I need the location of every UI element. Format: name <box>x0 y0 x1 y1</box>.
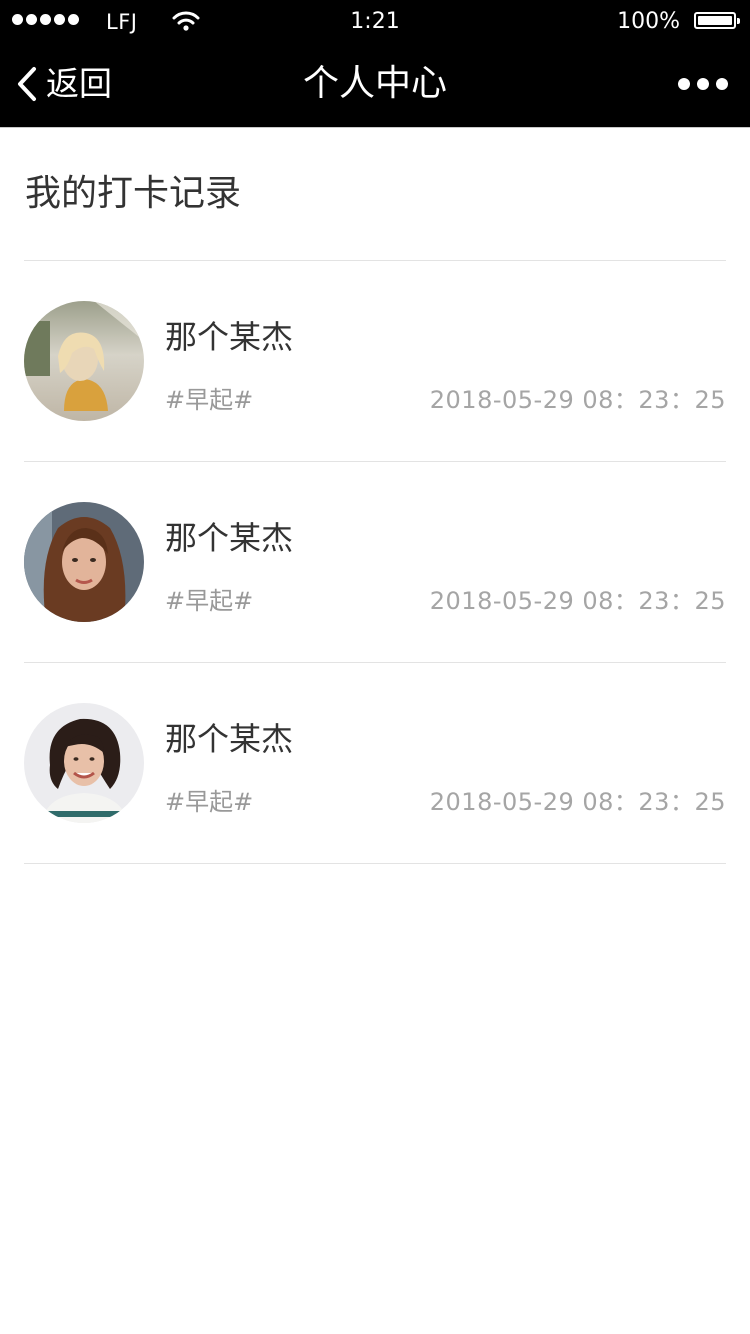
more-options-button[interactable] <box>678 70 728 98</box>
status-bar: LFJ 1:21 100% <box>0 0 750 40</box>
back-label: 返回 <box>46 64 112 103</box>
record-user-name: 那个某杰 <box>165 720 294 758</box>
avatar[interactable] <box>24 703 144 823</box>
navigation-bar: 返回 个人中心 <box>0 40 750 128</box>
record-tag[interactable]: #早起# <box>165 586 253 616</box>
record-tag[interactable]: #早起# <box>165 385 253 415</box>
page-title: 个人中心 <box>302 63 447 104</box>
back-button[interactable]: 返回 <box>16 60 112 108</box>
record-tag[interactable]: #早起# <box>165 787 253 817</box>
avatar[interactable] <box>24 502 144 622</box>
record-timestamp: 2018-05-29 08：23：25 <box>429 788 726 816</box>
checkin-record[interactable]: 那个某杰 #早起# 2018-05-29 08：23：25 <box>24 462 726 662</box>
avatar[interactable] <box>24 301 144 421</box>
more-dots-icon <box>678 78 690 90</box>
record-user-name: 那个某杰 <box>165 519 294 557</box>
record-user-name: 那个某杰 <box>165 318 294 356</box>
section-title: 我的打卡记录 <box>25 173 242 214</box>
checkin-record[interactable]: 那个某杰 #早起# 2018-05-29 08：23：25 <box>24 663 726 863</box>
record-timestamp: 2018-05-29 08：23：25 <box>429 587 726 615</box>
divider <box>24 863 726 864</box>
chevron-left-icon <box>18 67 36 101</box>
battery-percentage: 100% <box>617 9 680 34</box>
battery-icon <box>694 12 740 29</box>
record-timestamp: 2018-05-29 08：23：25 <box>429 386 726 414</box>
checkin-record[interactable]: 那个某杰 #早起# 2018-05-29 08：23：25 <box>24 261 726 461</box>
